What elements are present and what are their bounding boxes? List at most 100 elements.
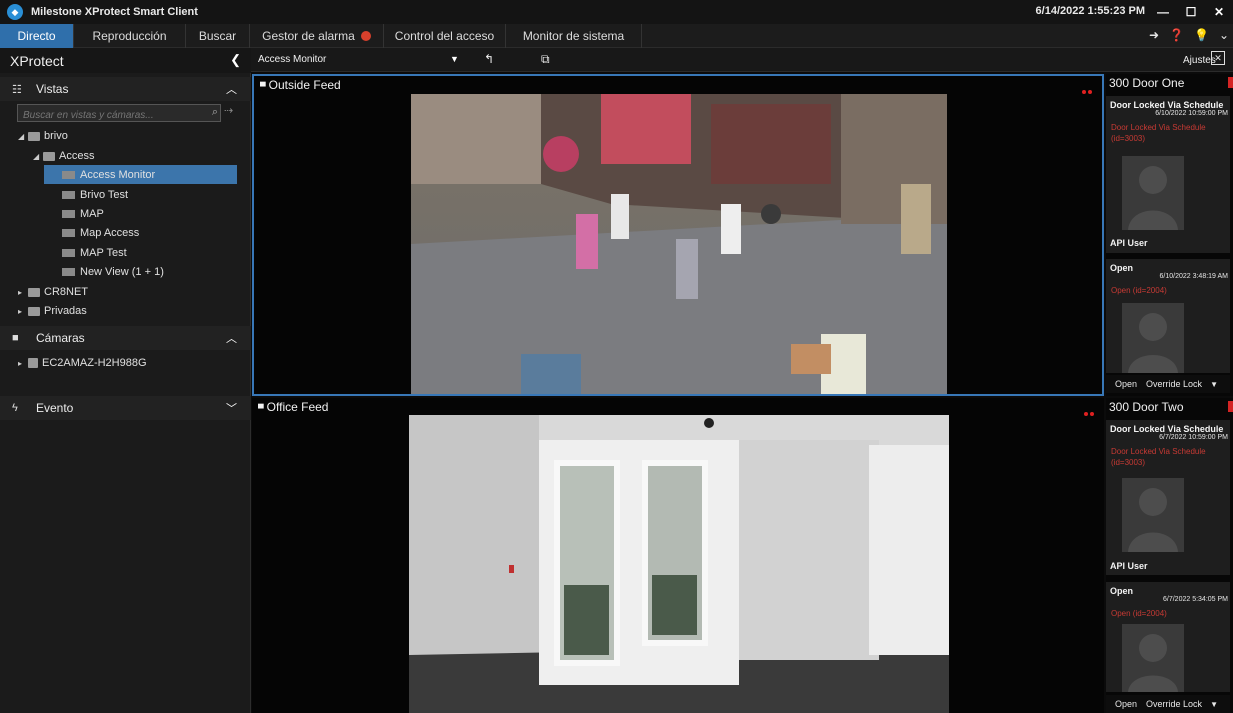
zoom-search-icon[interactable]: ⧉ — [541, 52, 550, 67]
collapse-sidebar-icon[interactable]: ❮ — [230, 52, 241, 68]
door-name: 300 Door Two — [1109, 400, 1184, 414]
milestone-logo-icon: ◆ — [7, 4, 23, 20]
alarm-badge-icon — [360, 31, 371, 41]
tree-camera-server[interactable]: ▸ EC2AMAZ-H2H988G — [18, 354, 147, 372]
event-time: 6/10/2022 3:48:19 AM — [1159, 273, 1229, 280]
fullscreen-icon[interactable]: ✕ — [1211, 51, 1225, 65]
door-status-icon — [1228, 401, 1233, 412]
tips-icon[interactable]: 💡 — [1194, 28, 1209, 42]
collapsed-arrow-icon[interactable]: ▸ — [18, 307, 28, 316]
folder-icon — [28, 131, 40, 141]
tree-view-map-test[interactable]: MAP Test — [62, 244, 127, 262]
tree-view-map-access[interactable]: Map Access — [62, 224, 139, 242]
tab-control-del-acceso[interactable]: Control del acceso — [384, 24, 506, 48]
event-user: API User — [1110, 238, 1148, 248]
outside-video-frame[interactable] — [411, 94, 947, 394]
window-controls: — ☐ ✕ — [1149, 0, 1233, 24]
camera-pane-office[interactable]: ▀ Office Feed — [252, 398, 1104, 713]
tree-view-access-monitor[interactable]: Access Monitor — [62, 166, 155, 184]
clock-readout: 6/14/2022 1:55:23 PM — [1035, 5, 1145, 17]
maximize-button[interactable]: ☐ — [1177, 0, 1205, 24]
office-door-image — [409, 415, 949, 713]
access-pane-door-two: 300 Door Two Door Locked Via Schedule 6/… — [1106, 398, 1233, 713]
event-title: Open — [1110, 263, 1134, 273]
door-actions: Open Override Lock ▼ — [1106, 695, 1230, 713]
tab-gestor-de-alarma[interactable]: Gestor de alarma — [250, 24, 384, 48]
tree-folder-privadas[interactable]: ▸ Privadas — [18, 302, 87, 320]
expand-arrow-icon[interactable]: ◢ — [33, 152, 43, 161]
close-button[interactable]: ✕ — [1205, 0, 1233, 24]
vistas-label: Vistas — [36, 82, 69, 96]
collapsed-arrow-icon[interactable]: ▸ — [18, 359, 28, 368]
tree-view-new-view[interactable]: New View (1 + 1) — [62, 263, 164, 281]
chevron-down-icon[interactable]: ⌄ — [1219, 28, 1229, 42]
login-arrow-icon[interactable]: ➜ — [1149, 28, 1159, 42]
tree-folder-cr8net[interactable]: ▸ CR8NET — [18, 283, 88, 301]
folder-icon — [28, 287, 40, 297]
open-door-button[interactable]: Open — [1115, 699, 1137, 709]
office-video-frame[interactable] — [409, 415, 949, 713]
door-actions: Open Override Lock ▼ — [1106, 375, 1230, 393]
event-card[interactable]: Door Locked Via Schedule 6/7/2022 10:59:… — [1106, 420, 1230, 575]
camera-title: ▀ Office Feed — [258, 400, 329, 414]
event-title: Door Locked Via Schedule — [1110, 424, 1224, 434]
user-silhouette-icon — [1128, 488, 1178, 552]
camera-pane-outside[interactable]: ▀ Outside Feed — [252, 74, 1104, 396]
tree-folder-brivo[interactable]: ◢ brivo — [18, 127, 68, 145]
collapsed-arrow-icon[interactable]: ▸ — [18, 288, 28, 297]
override-lock-button[interactable]: Override Lock — [1146, 699, 1202, 709]
tab-monitor-de-sistema[interactable]: Monitor de sistema — [506, 24, 642, 48]
title-bar: ◆ Milestone XProtect Smart Client 6/14/2… — [0, 0, 1233, 24]
evento-label: Evento — [36, 401, 74, 415]
tab-reproduccion[interactable]: Reproducción — [74, 24, 186, 48]
chevron-up-icon[interactable]: ︿ — [226, 330, 237, 346]
event-detail: Door Locked Via Schedule (id=3003) — [1111, 447, 1206, 467]
event-time: 6/7/2022 5:34:05 PM — [1163, 596, 1228, 603]
vistas-section-header[interactable]: ☷ Vistas ︿ — [0, 77, 251, 101]
lightning-icon: ϟ — [12, 402, 18, 414]
flag-icon: ▀ — [260, 82, 266, 91]
avatar — [1122, 156, 1184, 230]
more-actions-icon[interactable]: ▼ — [1210, 700, 1218, 709]
override-lock-button[interactable]: Override Lock — [1146, 379, 1202, 389]
chevron-down-icon[interactable]: ﹀ — [226, 400, 237, 416]
avatar — [1122, 303, 1184, 373]
event-detail: Open (id=2004) — [1111, 609, 1167, 618]
view-layout-icon — [62, 229, 75, 237]
view-layout-icon — [62, 191, 75, 199]
user-silhouette-icon — [1128, 634, 1178, 692]
pointer-tool-icon[interactable]: ↰ — [484, 52, 494, 66]
chevron-up-icon[interactable]: ︿ — [226, 81, 237, 97]
event-card[interactable]: Open 6/10/2022 3:48:19 AM Open (id=2004) — [1106, 259, 1230, 373]
open-door-button[interactable]: Open — [1115, 379, 1137, 389]
camaras-section-header[interactable]: ■ Cámaras ︿ — [0, 326, 251, 350]
views-grid-icon: ☷ — [12, 83, 22, 96]
event-user: API User — [1110, 561, 1148, 571]
view-layout-icon — [62, 171, 75, 179]
event-card[interactable]: Door Locked Via Schedule 6/10/2022 10:59… — [1106, 96, 1230, 253]
tree-view-map[interactable]: MAP — [62, 205, 104, 223]
server-icon — [28, 358, 38, 368]
view-layout-icon — [62, 249, 75, 257]
event-detail: Open (id=2004) — [1111, 286, 1167, 295]
tab-buscar[interactable]: Buscar — [186, 24, 250, 48]
search-options-icon[interactable]: ⇢ — [224, 104, 233, 117]
views-search-input[interactable] — [18, 107, 198, 124]
view-dropdown-icon[interactable]: ▼ — [450, 54, 459, 64]
expand-arrow-icon[interactable]: ◢ — [18, 132, 28, 141]
more-actions-icon[interactable]: ▼ — [1210, 380, 1218, 389]
current-view-name[interactable]: Access Monitor — [258, 54, 326, 65]
tree-view-brivo-test[interactable]: Brivo Test — [62, 186, 128, 204]
help-icon[interactable]: ❓ — [1169, 28, 1184, 42]
tree-folder-access[interactable]: ◢ Access — [33, 147, 94, 165]
minimize-button[interactable]: — — [1149, 0, 1177, 24]
flag-icon: ▀ — [258, 404, 264, 413]
smart-client-window: ◆ Milestone XProtect Smart Client 6/14/2… — [0, 0, 1233, 713]
tab-directo[interactable]: Directo — [0, 24, 74, 48]
event-card[interactable]: Open 6/7/2022 5:34:05 PM Open (id=2004) — [1106, 582, 1230, 692]
event-time: 6/10/2022 10:59:00 PM — [1155, 110, 1228, 117]
event-time: 6/7/2022 10:59:00 PM — [1159, 434, 1228, 441]
search-icon[interactable]: ⌕ — [212, 106, 218, 119]
evento-section-header[interactable]: ϟ Evento ﹀ — [0, 396, 251, 420]
event-detail: Door Locked Via Schedule (id=3003) — [1111, 123, 1206, 143]
